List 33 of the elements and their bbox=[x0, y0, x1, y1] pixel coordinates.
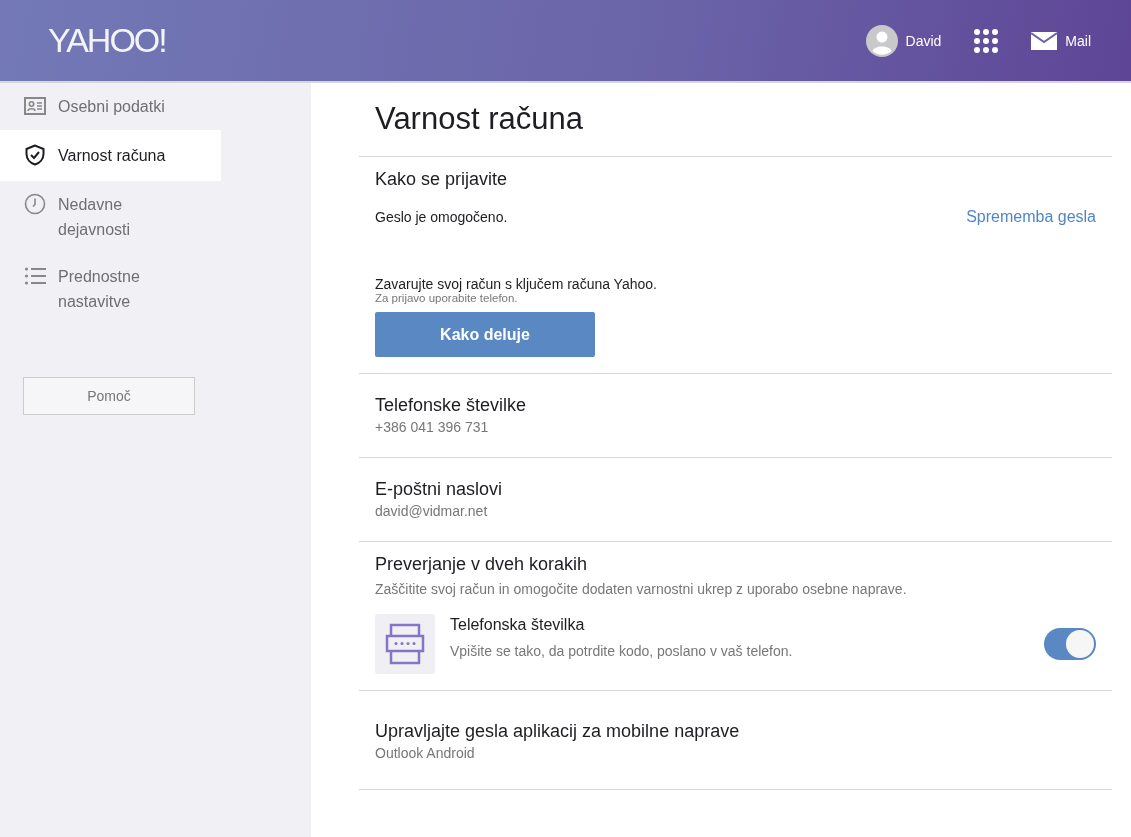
logo: YAHOO! bbox=[48, 21, 166, 60]
section-heading: E-poštni naslovi bbox=[375, 479, 504, 500]
list-icon bbox=[24, 265, 46, 287]
mail-link[interactable]: Mail bbox=[1065, 32, 1091, 49]
page-title: Varnost računa bbox=[375, 101, 584, 138]
sidebar-item[interactable]: Nedavne dejavnosti bbox=[0, 181, 221, 253]
toggle-switch[interactable] bbox=[1044, 628, 1096, 660]
section-heading: Kako se prijavite bbox=[375, 169, 509, 190]
apps-grid-icon[interactable] bbox=[973, 27, 1000, 54]
option-title: Telefonska številka bbox=[450, 615, 586, 634]
section-value: +386 041 396 731 bbox=[375, 419, 490, 435]
section-value: Outlook Android bbox=[375, 745, 476, 761]
section-heading: Preverjanje v dveh korakih bbox=[375, 554, 589, 575]
change-password-link[interactable]: Sprememba gesla bbox=[966, 208, 1096, 226]
user-name[interactable]: David bbox=[905, 32, 942, 49]
id-card-icon bbox=[24, 95, 46, 117]
section-heading: Upravljajte gesla aplikacij za mobilne naprave bbox=[375, 721, 741, 742]
shield-check-icon bbox=[24, 144, 46, 166]
clock-icon bbox=[24, 193, 46, 215]
section-description: Zaščitite svoj račun in omogočite dodaten varnostni ukrep z uporabo osebne naprave. bbox=[375, 581, 908, 597]
avatar-icon[interactable] bbox=[865, 24, 898, 57]
account-key-text: Zavarujte svoj račun s ključem računa Yahoo. bbox=[375, 276, 658, 292]
status-text: Geslo je omogočeno. bbox=[375, 209, 508, 225]
hint-text: Za prijavo uporabite telefon. bbox=[375, 292, 519, 304]
section-heading: Telefonske številke bbox=[375, 395, 528, 416]
section-value: david@vidmar.net bbox=[375, 503, 489, 519]
sidebar-item[interactable]: Varnost računa bbox=[0, 130, 221, 181]
option-description: Vpišite se tako, da potrdite kodo, poslano v vaš telefon. bbox=[450, 642, 794, 659]
sidebar-item[interactable]: Osebni podatki bbox=[0, 83, 221, 130]
sidebar-item[interactable]: Prednostne nastavitve bbox=[0, 253, 221, 325]
how-it-works-button[interactable]: Kako deluje bbox=[375, 312, 595, 357]
mail-envelope-icon[interactable] bbox=[1031, 30, 1058, 51]
help-button[interactable]: Pomoč bbox=[23, 377, 195, 415]
